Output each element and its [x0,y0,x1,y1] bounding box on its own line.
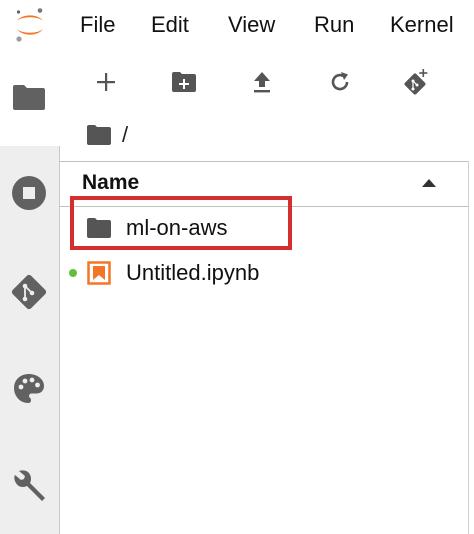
notebook-icon [87,261,111,285]
upload-icon [254,72,270,93]
file-list-header[interactable]: Name [60,161,468,207]
activity-bar [0,50,60,534]
folder-icon[interactable] [8,76,50,118]
menu-view[interactable]: View [228,11,275,39]
menu-file[interactable]: File [80,11,115,39]
refresh-icon [331,72,349,91]
upload-button[interactable] [244,64,280,100]
running-indicator [69,269,77,277]
new-folder-icon [172,72,196,92]
breadcrumb-root[interactable]: / [122,122,128,148]
panel-divider [468,161,469,534]
jupyterlab-window: File Edit View Run Kernel / Name ml-on-a… [0,0,474,534]
new-launcher-button[interactable] [88,64,124,100]
git-clone-icon [404,69,428,95]
column-header-name[interactable]: Name [82,171,139,195]
sort-ascending-icon[interactable] [422,179,436,187]
menu-bar: File Edit View Run Kernel [0,0,474,51]
jupyter-logo-icon[interactable] [12,6,48,44]
file-name: Untitled.ipynb [126,260,260,285]
folder-icon[interactable] [86,124,112,146]
git-icon[interactable] [8,271,50,313]
menu-edit[interactable]: Edit [151,11,189,39]
refresh-button[interactable] [322,64,358,100]
new-launcher-icon [97,73,115,91]
menu-run[interactable]: Run [314,11,354,39]
file-browser-panel: / Name ml-on-aws Untitled.ipynb [60,50,474,534]
new-folder-button[interactable] [166,64,202,100]
file-name: ml-on-aws [126,215,228,240]
file-row-folder[interactable]: ml-on-aws [60,206,468,250]
stop-circle-icon[interactable] [8,172,50,214]
breadcrumb: / [86,120,128,150]
file-row-notebook[interactable]: Untitled.ipynb [60,251,468,295]
folder-icon [87,218,111,238]
palette-icon[interactable] [8,368,50,410]
menu-kernel[interactable]: Kernel [390,11,454,39]
git-clone-button[interactable] [398,64,434,100]
wrench-icon[interactable] [8,466,50,508]
